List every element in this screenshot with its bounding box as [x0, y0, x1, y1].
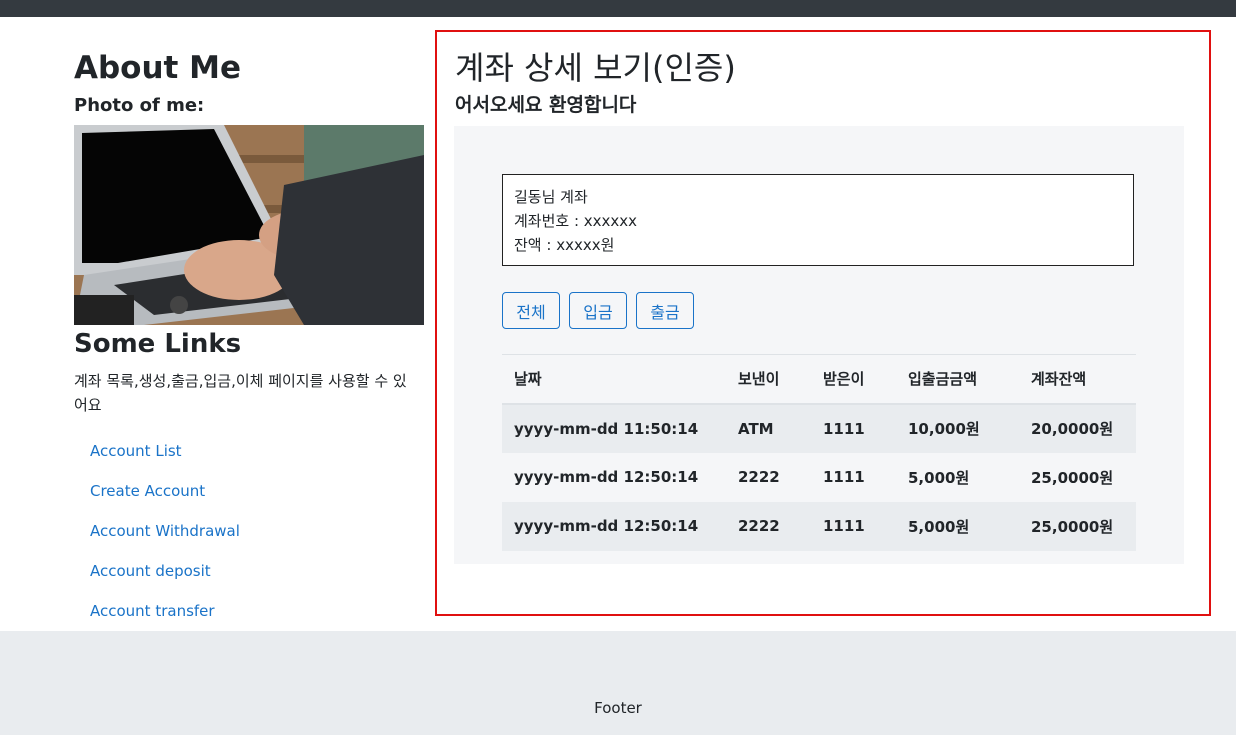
welcome-subtitle: 어서오세요 환영합니다: [455, 94, 637, 116]
footer: Footer: [0, 631, 1236, 735]
create-account-link[interactable]: Create Account: [90, 480, 240, 502]
cell-sender: 2222: [738, 468, 780, 486]
column-header-receiver: 받은이: [823, 370, 865, 389]
cell-amount: 5,000원: [908, 468, 970, 487]
cell-receiver: 1111: [823, 517, 865, 535]
cell-amount: 5,000원: [908, 517, 970, 536]
account-withdrawal-link[interactable]: Account Withdrawal: [90, 520, 240, 542]
column-header-balance: 계좌잔액: [1031, 370, 1087, 389]
account-owner: 길동님 계좌: [514, 188, 588, 206]
transaction-table: 날짜 보낸이 받은이 입출금금액 계좌잔액 yyyy-mm-dd 11:50:1…: [502, 354, 1136, 551]
filter-withdrawal-button[interactable]: 출금: [636, 292, 694, 329]
cell-receiver: 1111: [823, 468, 865, 486]
cell-balance: 20,0000원: [1031, 420, 1114, 438]
account-transfer-link[interactable]: Account transfer: [90, 600, 240, 622]
account-panel: 길동님 계좌 계좌번호 : xxxxxx 잔액 : xxxxx원 전체 입금 출…: [454, 126, 1184, 564]
table-header-row: 날짜 보낸이 받은이 입출금금액 계좌잔액: [502, 354, 1136, 404]
nav-item: Create Account: [90, 480, 240, 520]
cell-date: yyyy-mm-dd 11:50:14: [514, 419, 699, 438]
filter-deposit-button[interactable]: 입금: [569, 292, 627, 329]
cell-balance: 25,0000원: [1031, 468, 1114, 487]
account-detail-section: 계좌 상세 보기(인증) 어서오세요 환영합니다 길동님 계좌 계좌번호 : x…: [435, 30, 1211, 616]
top-navbar: [0, 0, 1236, 17]
cell-date: yyyy-mm-dd 12:50:14: [514, 468, 699, 486]
nav-item: Account List: [90, 440, 240, 480]
about-title: About Me: [74, 50, 242, 86]
column-header-date: 날짜: [514, 370, 542, 389]
links-description: 계좌 목록,생성,출금,입금,이체 페이지를 사용할 수 있어요: [74, 372, 407, 414]
cell-amount: 10,000원: [908, 420, 980, 438]
column-header-sender: 보낸이: [738, 370, 780, 389]
footer-text: Footer: [594, 699, 642, 717]
account-number: 계좌번호 : xxxxxx: [514, 212, 638, 230]
cell-receiver: 1111: [823, 419, 865, 438]
table-row: yyyy-mm-dd 11:50:14 ATM 1111 10,000원 20,…: [502, 403, 1136, 453]
profile-photo: [74, 125, 424, 325]
filter-buttons: 전체 입금 출금: [502, 292, 703, 329]
table-row: yyyy-mm-dd 12:50:14 2222 1111 5,000원 25,…: [502, 501, 1136, 551]
column-header-amount: 입출금금액: [908, 370, 978, 389]
table-row: yyyy-mm-dd 12:50:14 2222 1111 5,000원 25,…: [502, 452, 1136, 502]
cell-sender: ATM: [738, 419, 774, 438]
nav-item: Account Withdrawal: [90, 520, 240, 560]
filter-all-button[interactable]: 전체: [502, 292, 560, 329]
account-links: Account List Create Account Account With…: [90, 440, 240, 640]
nav-item: Account deposit: [90, 560, 240, 600]
links-title: Some Links: [74, 329, 242, 359]
cell-date: yyyy-mm-dd 12:50:14: [514, 517, 699, 535]
cell-sender: 2222: [738, 517, 780, 535]
account-balance: 잔액 : xxxxx원: [514, 236, 615, 254]
page-title: 계좌 상세 보기(인증): [455, 49, 736, 87]
account-deposit-link[interactable]: Account deposit: [90, 560, 240, 582]
photo-label: Photo of me:: [74, 95, 205, 116]
account-list-link[interactable]: Account List: [90, 440, 240, 462]
cell-balance: 25,0000원: [1031, 517, 1114, 536]
account-info-box: 길동님 계좌 계좌번호 : xxxxxx 잔액 : xxxxx원: [502, 174, 1134, 266]
